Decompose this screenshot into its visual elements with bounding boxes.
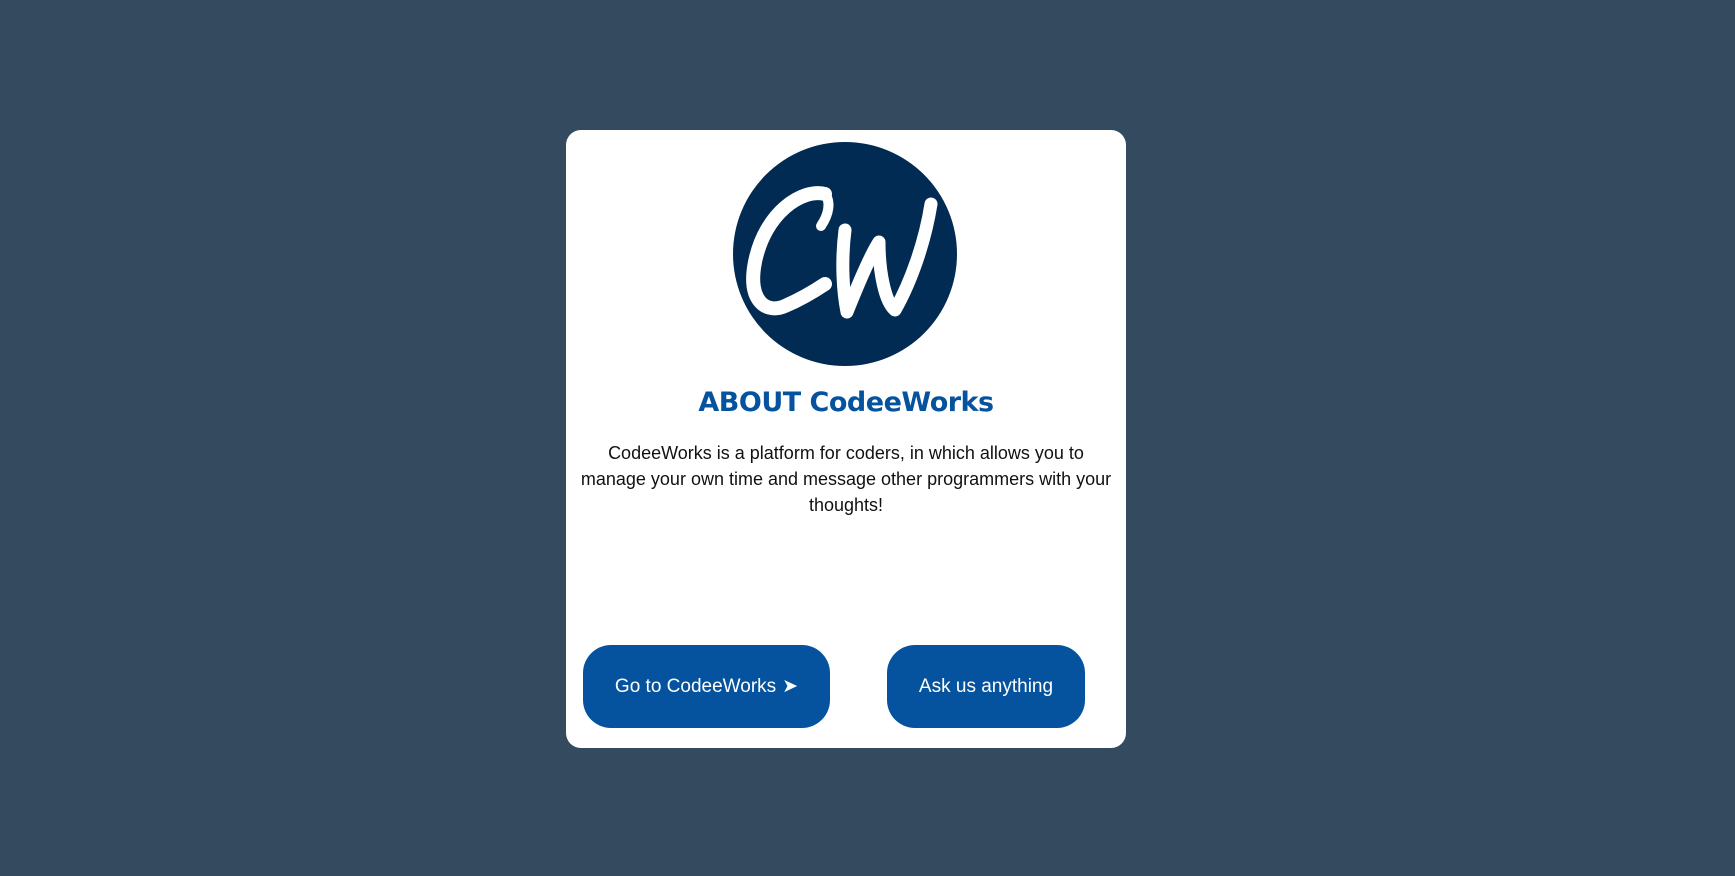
go-to-codeeworks-button[interactable]: Go to CodeeWorks ➤ [583,645,830,728]
ask-button-label: Ask us anything [918,675,1054,697]
arrow-right-icon: ➤ [782,676,799,697]
about-description: CodeeWorks is a platform for coders, in … [580,443,1112,515]
ask-us-anything-button[interactable]: Ask us anything [887,645,1085,728]
codeeworks-logo-icon [733,142,957,366]
about-card: ABOUT CodeeWorks CodeeWorks is a platfor… [566,130,1126,748]
page-title: ABOUT CodeeWorks [698,387,994,418]
go-button-label: Go to CodeeWorks [614,675,777,697]
